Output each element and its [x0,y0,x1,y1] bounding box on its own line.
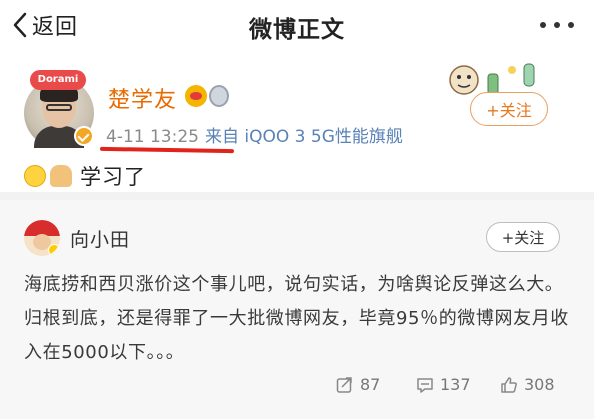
post-time: 4-11 13:25 [106,127,199,147]
dot-icon [554,22,560,28]
repost-action[interactable]: 87 [336,375,380,394]
vip-badge-icon[interactable] [185,85,207,107]
follow-button[interactable]: +关注 [470,92,548,126]
verified-badge-icon [74,126,94,146]
post-body: 学习了 [80,165,146,189]
repost-count: 87 [360,375,381,394]
comment-icon [417,377,433,393]
post-meta: 4-11 13:25 来自 iQOO 3 5G性能旗舰 [106,122,403,147]
repost-stats: 87 137 308 [0,375,594,399]
comment-action[interactable]: 137 [416,375,471,394]
avatar-decoration: Dorami [30,70,86,90]
comment-count: 137 [440,375,471,394]
repost-author-avatar[interactable] [24,220,60,256]
medal-badge-icon[interactable] [209,85,229,107]
dot-icon [568,22,574,28]
repost-text: 海底捞和西贝涨价这个事儿吧，说句实话，为啥舆论反弹这么大。归根到底，还是得罪了一… [24,274,569,363]
repost-icon [336,376,352,393]
nav-bar: 返回 微博正文 [0,0,594,52]
repost-author-name[interactable]: 向小田 [70,225,130,252]
pray-emoji-icon [50,165,72,187]
laugh-emoji-icon [24,165,46,187]
post-content: 学习了 [24,161,146,191]
dot-icon [540,22,546,28]
more-options-button[interactable] [540,22,574,28]
like-count: 308 [524,375,555,394]
red-underline-annotation [99,146,235,154]
post-source[interactable]: 来自 iQOO 3 5G性能旗舰 [205,127,403,147]
author-name[interactable]: 楚学友 [108,82,177,114]
repost-card[interactable]: 向小田 +关注 海底捞和西贝涨价这个事儿吧，说句实话，为啥舆论反弹这么大。归根到… [0,200,594,419]
badge-icon [48,244,60,256]
post-header: Dorami 楚学友 4-11 13:25 来自 iQOO 3 5G性能旗舰 +关… [0,52,594,192]
repost-follow-button[interactable]: +关注 [486,222,560,252]
like-action[interactable]: 308 [500,375,555,394]
page-title: 微博正文 [249,17,345,43]
thumbs-up-icon [501,376,517,393]
